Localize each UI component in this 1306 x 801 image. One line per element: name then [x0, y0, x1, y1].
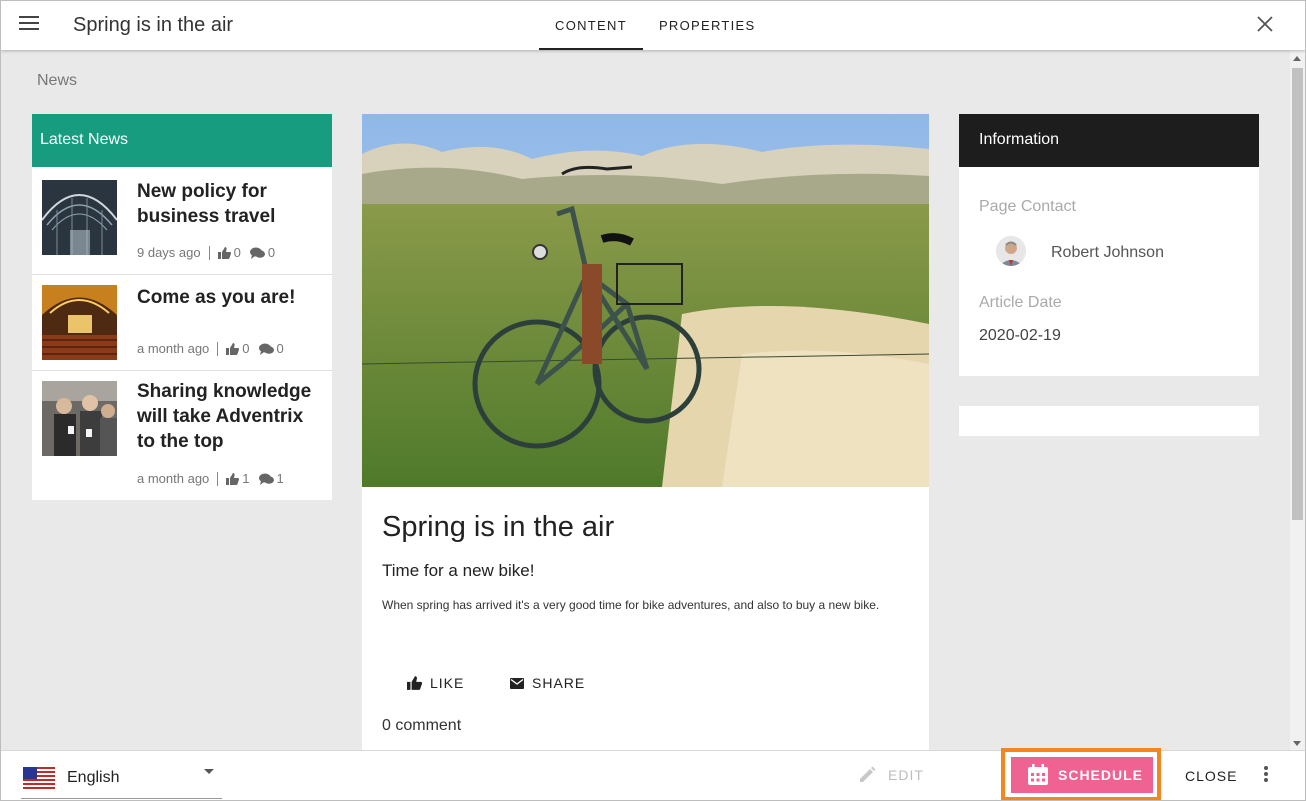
more-vert-icon[interactable]: [1264, 766, 1270, 786]
comment-count: 0: [276, 341, 284, 356]
calendar-icon: [1028, 764, 1048, 785]
comment-count: 0: [267, 245, 276, 260]
news-age: a month ago: [137, 471, 210, 486]
envelope-icon: [510, 677, 524, 689]
latest-news-title: Latest News: [32, 114, 332, 167]
news-thumbnail: [42, 180, 117, 255]
news-age: a month ago: [137, 341, 210, 356]
article-title: Spring is in the air: [382, 511, 615, 543]
schedule-highlight: SCHEDULE: [1001, 748, 1161, 800]
information-card: Information Page Contact Robert Johnson …: [959, 114, 1259, 376]
tab-properties[interactable]: PROPERTIES: [643, 1, 772, 50]
news-item[interactable]: New policy for business travel 9 days ag…: [32, 167, 332, 275]
schedule-label: SCHEDULE: [1058, 767, 1144, 783]
edit-label: EDIT: [888, 767, 924, 783]
news-age: 9 days ago: [137, 245, 201, 260]
comment-count: 0 comment: [382, 717, 462, 734]
language-select[interactable]: English: [21, 761, 222, 799]
news-meta: a month ago 0 0: [137, 341, 293, 356]
page-preview: News Latest News New policy for business…: [1, 50, 1290, 750]
app-window: Spring is in the air CONTENT PROPERTIES …: [0, 0, 1306, 801]
news-item[interactable]: Sharing knowledge will take Adventrix to…: [32, 371, 332, 500]
news-item[interactable]: Come as you are! a month ago 0 0: [32, 275, 332, 371]
top-bar: Spring is in the air CONTENT PROPERTIES: [1, 1, 1305, 50]
like-label: LIKE: [430, 675, 465, 691]
page-contact-label: Page Contact: [979, 198, 1076, 215]
share-button[interactable]: SHARE: [510, 675, 585, 691]
breadcrumb: News: [37, 72, 78, 89]
article-card: Spring is in the air Time for a new bike…: [362, 114, 929, 750]
article-subtitle: Time for a new bike!: [382, 561, 535, 580]
news-thumbnail: [42, 285, 117, 360]
hero-image: [362, 114, 929, 487]
like-count: 1: [242, 471, 250, 486]
tab-bar: CONTENT PROPERTIES: [539, 1, 772, 50]
comment-count: 1: [276, 471, 284, 486]
news-meta: 9 days ago 0 0: [137, 245, 284, 260]
news-title[interactable]: New policy for business travel: [137, 179, 322, 229]
thumbs-up-icon: [226, 342, 240, 355]
news-title[interactable]: Sharing knowledge will take Adventrix to…: [137, 379, 322, 454]
scroll-up-arrow-icon[interactable]: [1293, 56, 1301, 61]
comments-icon: [258, 473, 274, 485]
close-icon[interactable]: [1255, 14, 1275, 34]
edit-button: EDIT: [858, 766, 924, 784]
like-count: 0: [233, 245, 241, 260]
like-button[interactable]: LIKE: [407, 675, 464, 691]
tab-content[interactable]: CONTENT: [539, 1, 643, 50]
share-label: SHARE: [532, 675, 586, 691]
article-date: 2020-02-19: [979, 327, 1061, 344]
article-body: When spring has arrived it's a very good…: [382, 598, 880, 612]
thumbs-up-icon: [226, 472, 240, 485]
article-date-label: Article Date: [979, 294, 1062, 311]
thumbs-up-icon: [217, 246, 231, 259]
bottom-toolbar: English EDIT SCHEDULE CLOSE: [1, 748, 1305, 800]
news-meta: a month ago 1 1: [137, 471, 293, 486]
close-button[interactable]: CLOSE: [1185, 768, 1237, 784]
like-count: 0: [242, 341, 250, 356]
news-thumbnail: [42, 381, 117, 456]
language-label: English: [67, 769, 120, 786]
contact-name[interactable]: Robert Johnson: [1051, 244, 1164, 262]
latest-news-card: Latest News New policy for business trav…: [32, 114, 332, 500]
pencil-icon: [860, 766, 876, 782]
comments-icon: [249, 247, 265, 259]
schedule-button[interactable]: SCHEDULE: [1011, 757, 1153, 793]
us-flag-icon: [23, 767, 55, 789]
thumbs-up-icon: [407, 676, 422, 690]
scroll-down-arrow-icon[interactable]: [1293, 741, 1301, 746]
chevron-down-icon: [204, 769, 214, 774]
vertical-scrollbar[interactable]: [1290, 50, 1305, 750]
comments-icon: [258, 343, 274, 355]
information-title: Information: [959, 114, 1259, 167]
avatar: [996, 236, 1026, 266]
empty-widget: [959, 406, 1259, 436]
page-title: Spring is in the air: [73, 14, 234, 36]
menu-icon[interactable]: [19, 16, 39, 34]
news-title[interactable]: Come as you are!: [137, 285, 322, 310]
scrollbar-thumb[interactable]: [1292, 68, 1303, 520]
